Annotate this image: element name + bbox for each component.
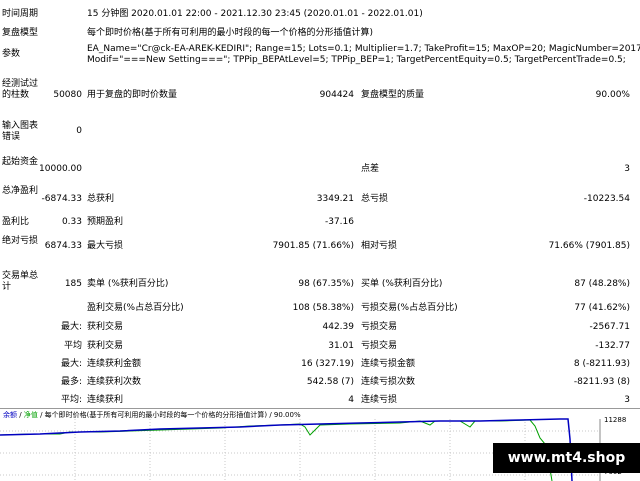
max-dd-label: 最大亏损 bbox=[87, 241, 124, 251]
model-label: 复盘模型 bbox=[2, 28, 39, 38]
gross-profit-label: 总获利 bbox=[87, 194, 115, 204]
spread-value: 3 bbox=[624, 164, 630, 174]
row-label-right: 连续亏损金额 bbox=[361, 359, 416, 369]
params-line2: Modif="===New Setting==="; TPPip_BEPAtLe… bbox=[87, 55, 626, 65]
row-label-left: 连续获利 bbox=[87, 395, 124, 405]
trades-value: 185 bbox=[64, 279, 82, 289]
row-label-left: 盈利交易(%占总百分比) bbox=[87, 303, 184, 313]
row-value-right: -132.77 bbox=[595, 341, 630, 351]
gross-loss-label: 总亏损 bbox=[361, 194, 389, 204]
spread-label: 点差 bbox=[361, 164, 380, 174]
legend-balance: 余额 bbox=[3, 411, 17, 419]
deposit-value: 10000.00 bbox=[39, 164, 82, 174]
short-label: 卖单 (%获利百分比) bbox=[87, 279, 169, 289]
legend-equity: 净值 bbox=[23, 411, 38, 419]
row-value-left: 16 (327.19) bbox=[301, 359, 354, 369]
row-label-right: 亏损交易 bbox=[361, 341, 398, 351]
gross-profit-value: 3349.21 bbox=[316, 194, 354, 204]
errors-value: 0 bbox=[76, 126, 82, 136]
short-value: 98 (67.35%) bbox=[298, 279, 354, 289]
row-lead: 最大: bbox=[60, 359, 82, 369]
row-value-right: 8 (-8211.93) bbox=[573, 359, 630, 369]
expected-label: 预期盈利 bbox=[87, 217, 124, 227]
row-label-right: 亏损交易(%占总百分比) bbox=[361, 303, 458, 313]
balance-line bbox=[0, 418, 573, 481]
quality-value: 90.00% bbox=[595, 90, 630, 100]
row-value-left: 4 bbox=[348, 395, 354, 405]
row-value-right: -2567.71 bbox=[589, 322, 630, 332]
row-value-right: -8211.93 (8) bbox=[573, 377, 630, 387]
dd-value: 6874.33 bbox=[44, 241, 82, 251]
row-lead: 平均 bbox=[63, 341, 82, 351]
ticks-label: 用于复盘的即时价数量 bbox=[87, 90, 178, 100]
ticks-value: 904424 bbox=[319, 90, 354, 100]
rel-dd-value: 71.66% (7901.85) bbox=[548, 241, 630, 251]
watermark: www.mt4.shop bbox=[493, 443, 640, 473]
row-label-right: 连续亏损次数 bbox=[361, 377, 416, 387]
rel-dd-label: 相对亏损 bbox=[361, 241, 398, 251]
errors-label: 输入图表错误 bbox=[2, 121, 39, 142]
row-label-right: 亏损交易 bbox=[361, 322, 398, 332]
long-value: 87 (48.28%) bbox=[574, 279, 630, 289]
row-label-right: 连续亏损 bbox=[361, 395, 398, 405]
chart-caption: 每个即时价格(基于所有可利用的最小时段的每一个价格的分形插值计算) / 90.0… bbox=[44, 411, 301, 419]
period-value: 15 分钟图 2020.01.01 22:00 - 2021.12.30 23:… bbox=[87, 9, 423, 19]
row-label-left: 获利交易 bbox=[87, 341, 124, 351]
quality-label: 复盘模型的质量 bbox=[361, 90, 425, 100]
long-label: 买单 (%获利百分比) bbox=[361, 279, 443, 289]
chart-legend: 余额 / 净值 / 每个即时价格(基于所有可利用的最小时段的每一个价格的分形插值… bbox=[3, 411, 301, 419]
model-value: 每个即时价格(基于所有可利用的最小时段的每一个价格的分形插值计算) bbox=[87, 28, 374, 38]
expected-value: -37.16 bbox=[324, 217, 354, 227]
row-value-left: 542.58 (7) bbox=[306, 377, 354, 387]
row-label-left: 获利交易 bbox=[87, 322, 124, 332]
pf-value: 0.33 bbox=[61, 217, 82, 227]
row-value-left: 108 (58.38%) bbox=[292, 303, 354, 313]
row-lead: 最多: bbox=[60, 377, 82, 387]
row-lead: 最大: bbox=[60, 322, 82, 332]
max-dd-value: 7901.85 (71.66%) bbox=[272, 241, 354, 251]
row-value-right: 77 (41.62%) bbox=[574, 303, 630, 313]
row-label-left: 连续获利金额 bbox=[87, 359, 142, 369]
row-value-left: 31.01 bbox=[328, 341, 354, 351]
params-line1: EA_Name="Cr@ck-EA-AREK-KEDIRI"; Range=15… bbox=[87, 44, 640, 54]
bars-label: 经测试过的柱数 bbox=[2, 79, 39, 100]
row-value-left: 442.39 bbox=[322, 322, 355, 332]
gross-loss-value: -10223.54 bbox=[583, 194, 630, 204]
equity-line bbox=[0, 419, 553, 481]
row-label-left: 连续获利次数 bbox=[87, 377, 142, 387]
y-tick-label: 11288 bbox=[604, 416, 627, 424]
row-value-right: 3 bbox=[624, 395, 630, 405]
params-label: 参数 bbox=[2, 49, 21, 59]
period-label: 时间周期 bbox=[2, 9, 39, 19]
bars-value: 50080 bbox=[53, 90, 82, 100]
net-value: -6874.33 bbox=[41, 194, 82, 204]
row-lead: 平均: bbox=[60, 395, 82, 405]
